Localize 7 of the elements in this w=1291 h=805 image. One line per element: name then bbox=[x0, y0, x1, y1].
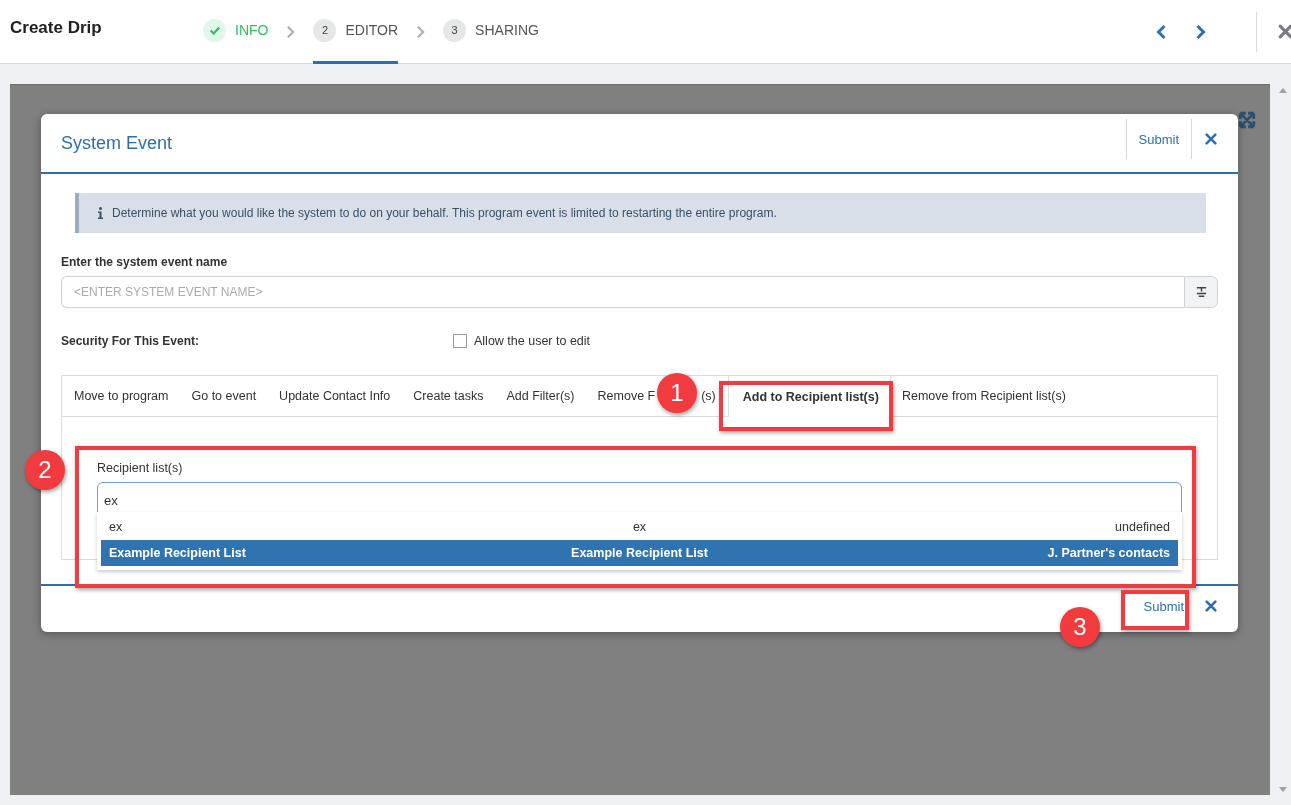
security-label: Security For This Event: bbox=[61, 334, 201, 348]
field-label: Enter the system event name bbox=[61, 255, 229, 269]
dialog-title: System Event bbox=[61, 132, 173, 154]
checkbox-label: Allow the user to edit bbox=[474, 334, 591, 348]
field-label: Recipient list(s) bbox=[97, 461, 184, 475]
info-text: Determine what you would like the system to do on your behalf. This program event is limited to restarting the entire program. bbox=[112, 206, 777, 220]
page-title: Create Drip bbox=[10, 17, 103, 38]
